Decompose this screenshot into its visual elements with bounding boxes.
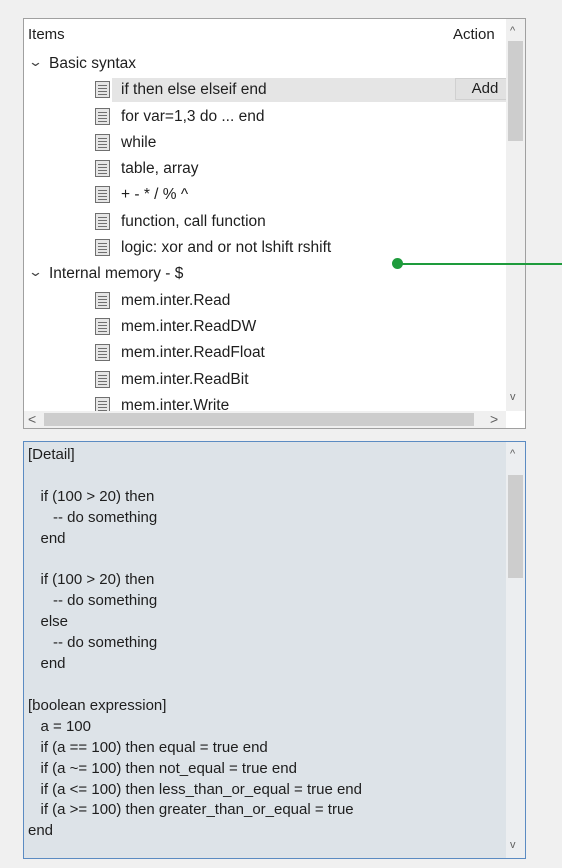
tree-vertical-scrollbar[interactable]: ^ v	[506, 19, 525, 411]
scroll-right-icon[interactable]: >	[490, 411, 498, 427]
list-item[interactable]: table, array	[24, 156, 506, 182]
scroll-down-icon[interactable]: v	[510, 839, 516, 851]
scroll-up-icon[interactable]: ^	[510, 448, 515, 460]
list-item[interactable]: for var=1,3 do ... end	[24, 104, 506, 130]
group-basic-syntax[interactable]: ⌄ Basic syntax	[24, 51, 506, 77]
action-column-header[interactable]: Action	[453, 26, 495, 43]
list-item[interactable]: logic: xor and or not lshift rshift	[24, 235, 506, 261]
chevron-down-icon[interactable]: ⌄	[28, 264, 43, 280]
list-item[interactable]: if then else elseif end Add	[24, 77, 515, 103]
item-label: + - * / % ^	[121, 186, 189, 204]
group-label: Internal memory - $	[49, 265, 184, 283]
scrollbar-thumb[interactable]	[508, 41, 523, 141]
tree-rows: ⌄ Basic syntax if then else elseif end A…	[24, 51, 515, 419]
detail-vertical-scrollbar[interactable]: ^ v	[506, 442, 525, 858]
callout-dot	[392, 258, 403, 269]
detail-textbox[interactable]: [Detail] if (100 > 20) then -- do someth…	[23, 441, 526, 859]
item-label: logic: xor and or not lshift rshift	[121, 239, 332, 257]
document-icon	[95, 344, 110, 362]
list-item[interactable]: mem.inter.ReadFloat	[24, 340, 506, 366]
scrollbar-thumb[interactable]	[44, 413, 474, 426]
list-item[interactable]: while	[24, 130, 506, 156]
document-icon	[95, 212, 110, 230]
scroll-down-icon[interactable]: v	[510, 391, 516, 403]
item-label: mem.inter.Read	[121, 291, 231, 309]
scroll-up-icon[interactable]: ^	[510, 25, 515, 37]
list-item[interactable]: mem.inter.Read	[24, 288, 506, 314]
document-icon	[95, 239, 110, 257]
scroll-left-icon[interactable]: <	[28, 411, 36, 427]
document-icon	[95, 317, 110, 335]
document-icon	[95, 133, 110, 151]
group-label: Basic syntax	[49, 55, 137, 72]
tree-header: Items Action	[24, 19, 506, 49]
document-icon	[95, 160, 110, 178]
document-icon	[95, 107, 110, 125]
list-item[interactable]: mem.inter.ReadDW	[24, 314, 506, 340]
item-label: mem.inter.ReadDW	[121, 317, 257, 335]
item-label: function, call function	[121, 212, 266, 230]
item-label: if then else elseif end	[121, 81, 267, 99]
item-label: for var=1,3 do ... end	[121, 107, 265, 125]
document-icon	[95, 291, 110, 309]
callout-line	[398, 263, 562, 265]
scrollbar-thumb[interactable]	[508, 475, 523, 578]
detail-text[interactable]: [Detail] if (100 > 20) then -- do someth…	[28, 445, 504, 842]
item-label: while	[121, 133, 157, 151]
item-label: table, array	[121, 160, 199, 178]
document-icon	[95, 81, 110, 99]
items-tree[interactable]: Items Action ⌄ Basic syntax if then else…	[23, 18, 526, 429]
document-icon	[95, 186, 110, 204]
group-internal-memory[interactable]: ⌄ Internal memory - $	[24, 261, 506, 287]
document-icon	[95, 370, 110, 388]
item-label: mem.inter.ReadFloat	[121, 344, 265, 362]
items-column-header[interactable]: Items	[28, 26, 65, 43]
list-item[interactable]: function, call function	[24, 209, 506, 235]
chevron-down-icon[interactable]: ⌄	[28, 54, 43, 70]
tree-horizontal-scrollbar[interactable]: < >	[24, 411, 506, 428]
list-item[interactable]: mem.inter.ReadBit	[24, 367, 506, 393]
item-label: mem.inter.ReadBit	[121, 370, 249, 388]
list-item[interactable]: + - * / % ^	[24, 182, 506, 208]
